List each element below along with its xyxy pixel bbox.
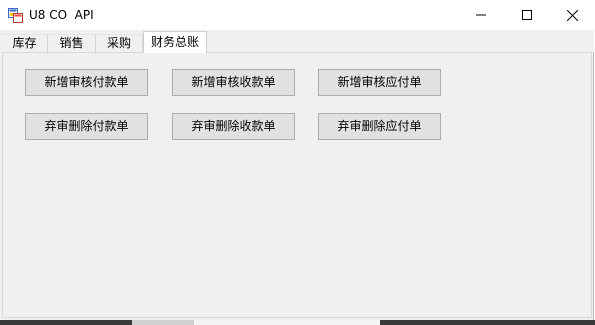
window-title: U8 CO API — [29, 8, 94, 22]
main-window: U8 CO API 库存 销售 采购 财务总账 新增审核付款单 新增审核收款单 … — [0, 0, 594, 320]
add-audit-receipt-button[interactable]: 新增审核收款单 — [172, 69, 295, 96]
tab-page-finance: 新增审核付款单 新增审核收款单 新增审核应付单 弃审删除付款单 弃审删除收款单 … — [2, 52, 592, 318]
taskbar-segment — [0, 320, 132, 325]
minimize-icon — [476, 14, 486, 16]
taskbar-segment — [132, 320, 194, 325]
maximize-button[interactable] — [504, 0, 550, 30]
taskbar-segment — [380, 320, 595, 325]
unaudit-delete-receipt-button[interactable]: 弃审删除收款单 — [172, 113, 295, 140]
tab-sales[interactable]: 销售 — [48, 34, 96, 52]
taskbar-strip — [0, 320, 595, 325]
tab-finance-ledger[interactable]: 财务总账 — [143, 31, 207, 53]
tab-strip: 库存 销售 采购 财务总账 — [0, 30, 594, 53]
app-icon — [8, 8, 23, 23]
taskbar-segment — [194, 320, 380, 325]
maximize-icon — [522, 10, 532, 20]
tab-purchasing[interactable]: 采购 — [96, 34, 143, 52]
close-button[interactable] — [549, 0, 595, 30]
add-audit-payable-button[interactable]: 新增审核应付单 — [318, 69, 441, 96]
tab-inventory[interactable]: 库存 — [2, 34, 48, 52]
close-icon — [566, 9, 578, 21]
unaudit-delete-payable-button[interactable]: 弃审删除应付单 — [318, 113, 441, 140]
unaudit-delete-payment-button[interactable]: 弃审删除付款单 — [25, 113, 148, 140]
title-bar[interactable]: U8 CO API — [0, 0, 594, 30]
minimize-button[interactable] — [458, 0, 504, 30]
add-audit-payment-button[interactable]: 新增审核付款单 — [25, 69, 148, 96]
